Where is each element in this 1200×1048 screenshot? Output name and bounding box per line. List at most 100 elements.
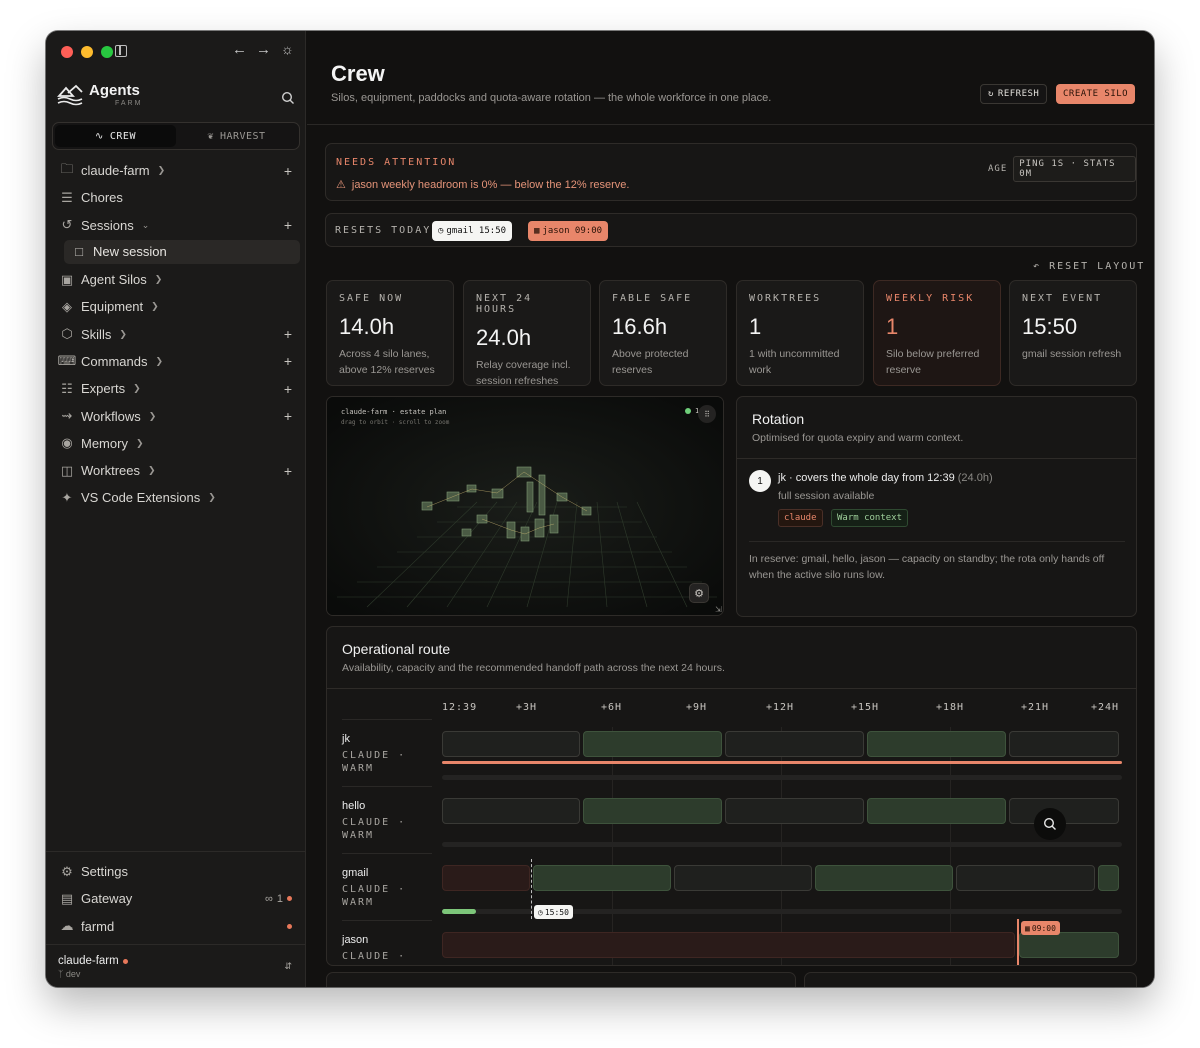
add-workflow-button[interactable]: +	[284, 408, 292, 424]
brand-subtitle: FARM	[115, 100, 143, 107]
lane-progress-fill	[442, 761, 1122, 764]
chevron-right-icon: ❯	[148, 465, 156, 476]
forward-arrow-icon[interactable]: →	[256, 41, 271, 58]
lane-segment[interactable]	[1098, 865, 1119, 891]
lane-segment[interactable]	[956, 865, 1095, 891]
divider	[327, 688, 1136, 689]
sidebar-item-equipment[interactable]: ◈ Equipment ❯	[52, 293, 300, 320]
page-subtitle: Silos, equipment, paddocks and quota-awa…	[331, 92, 772, 104]
lane-segment[interactable]	[583, 731, 722, 757]
tab-harvest-label: HARVEST	[219, 130, 266, 142]
tab-crew[interactable]: ∿ CREW	[55, 125, 176, 147]
sidebar-item-settings[interactable]: ⚙ Settings	[46, 858, 306, 885]
reset-chip-gmail[interactable]: ◷ gmail 15:50	[432, 221, 513, 241]
lane-segment[interactable]	[1009, 731, 1119, 757]
resize-handle-icon[interactable]: ⇲	[715, 605, 722, 614]
reset-chip-jason[interactable]: ▦ jason 09:00	[528, 221, 609, 241]
add-expert-button[interactable]: +	[284, 381, 292, 397]
sidebar-item-vscode-extensions[interactable]: ✦ VS Code Extensions ❯	[52, 484, 300, 511]
gear-icon: ⚙	[694, 587, 704, 600]
chevron-right-icon: ❯	[119, 328, 127, 339]
link-icon: ∞	[265, 892, 273, 905]
add-skill-button[interactable]: +	[284, 326, 292, 342]
clock-icon: ◷	[438, 226, 444, 236]
stat-label: WEEKLY RISK	[886, 293, 975, 304]
add-command-button[interactable]: +	[284, 353, 292, 369]
sidebar-item-skills[interactable]: ⬡ Skills ❯ +	[52, 320, 300, 347]
sidebar-item-new-session[interactable]: □ New session	[64, 239, 300, 264]
refresh-marker-gmail[interactable]: ◷ 15:50	[534, 905, 573, 919]
reset-marker-jason[interactable]: ▦ 09:00	[1021, 921, 1060, 935]
lane-segment[interactable]	[1019, 932, 1119, 958]
stat-description: Across 4 silo lanes, above 12% reserves	[339, 348, 435, 376]
lane-separator	[342, 786, 432, 787]
sidebar-item-commands[interactable]: ⌨ Commands ❯ +	[52, 348, 300, 375]
tab-harvest[interactable]: ❦ HARVEST	[176, 125, 297, 147]
lane-segment[interactable]	[442, 731, 580, 757]
back-arrow-icon[interactable]: ←	[232, 41, 247, 58]
resets-label: RESETS TODAY	[335, 225, 432, 236]
rotation-step: jk · covers the whole day from 12:39 (24…	[778, 472, 993, 484]
lane-segment[interactable]	[674, 865, 812, 891]
reset-layout-button[interactable]: ↶ RESET LAYOUT	[1033, 261, 1145, 272]
lane-segment[interactable]	[583, 798, 722, 824]
refresh-button[interactable]: ↻ REFRESH	[980, 84, 1048, 104]
sidebar-item-experts[interactable]: ☷ Experts ❯ +	[52, 375, 300, 402]
refresh-label: REFRESH	[997, 89, 1040, 99]
refresh-marker-line	[531, 859, 532, 919]
sidebar-item-sessions[interactable]: ↺ Sessions ⌄ +	[52, 212, 300, 239]
sidebar-item-gateway[interactable]: ▤ Gateway ∞ 1	[46, 885, 306, 912]
lane-segment[interactable]	[442, 932, 1015, 958]
lane-segment[interactable]	[867, 798, 1006, 824]
lane-segment[interactable]	[442, 798, 580, 824]
sidebar-item-memory[interactable]: ◉ Memory ❯	[52, 430, 300, 457]
sidebar-item-agent-silos[interactable]: ▣ Agent Silos ❯	[52, 266, 300, 293]
lane-segment[interactable]	[725, 798, 864, 824]
farm-logo-icon	[57, 84, 83, 106]
add-project-button[interactable]: +	[284, 163, 292, 179]
close-window-button[interactable]	[61, 46, 73, 58]
stat-description: Relay coverage incl. session refreshes	[476, 359, 571, 387]
estate-hint: drag to orbit · scroll to zoom	[341, 419, 450, 426]
stat-description: Above protected reserves	[612, 348, 689, 376]
workspace-switcher[interactable]: claude-farm ᛉ dev ⇵	[46, 944, 306, 987]
zoom-button[interactable]	[1034, 808, 1066, 840]
theme-toggle-icon[interactable]: ☼	[281, 41, 294, 57]
main-content: Crew Silos, equipment, paddocks and quot…	[307, 31, 1154, 987]
age-value: PING 1S · STATS 0M	[1013, 156, 1136, 182]
folder-icon: 🗀	[60, 160, 74, 176]
chevron-right-icon: ❯	[154, 274, 163, 285]
maximize-window-button[interactable]	[101, 46, 113, 58]
grip-icon[interactable]: ⠿	[698, 405, 716, 423]
reset-chip-text: gmail 15:50	[446, 226, 507, 236]
estate-plan-viewer[interactable]: claude-farm · estate plan drag to orbit …	[326, 396, 724, 616]
lane-segment[interactable]	[867, 731, 1006, 757]
lane-segment[interactable]	[533, 865, 671, 891]
lane-capacity-track	[442, 842, 1122, 847]
lane-separator	[342, 719, 432, 720]
stat-card-fable-safe: FABLE SAFE 16.6h Above protected reserve…	[599, 280, 727, 386]
sidebar-toggle-icon[interactable]	[115, 45, 127, 57]
stat-value: 16.6h	[612, 314, 668, 339]
sidebar-item-farmd[interactable]: ☁ farmd	[46, 913, 306, 940]
footer-item-label: Settings	[81, 864, 128, 880]
sidebar-item-label: Agent Silos	[81, 272, 147, 288]
estate-3d-scene[interactable]	[327, 397, 724, 616]
lane-segment[interactable]	[815, 865, 953, 891]
create-silo-button[interactable]: CREATE SILO	[1056, 84, 1136, 104]
calendar-icon: ▦	[1025, 923, 1030, 933]
search-icon[interactable]	[281, 91, 295, 105]
minimize-window-button[interactable]	[81, 46, 93, 58]
sidebar-item-workflows[interactable]: ⇝ Workflows ❯ +	[52, 402, 300, 429]
sidebar-item-claude-farm[interactable]: 🗀 claude-farm ❯ +	[52, 157, 300, 184]
lane-capacity-track	[442, 775, 1122, 780]
estate-settings-button[interactable]: ⚙	[689, 583, 709, 603]
sidebar-item-worktrees[interactable]: ◫ Worktrees ❯ +	[52, 457, 300, 484]
cloud-icon: ☁	[60, 918, 74, 934]
sidebar-item-chores[interactable]: ☰ Chores	[52, 184, 300, 211]
stat-description: Silo below preferred reserve	[886, 348, 980, 376]
add-worktree-button[interactable]: +	[284, 463, 292, 479]
add-session-button[interactable]: +	[284, 217, 292, 233]
lane-segment[interactable]	[725, 731, 864, 757]
lane-segment[interactable]	[442, 865, 530, 891]
